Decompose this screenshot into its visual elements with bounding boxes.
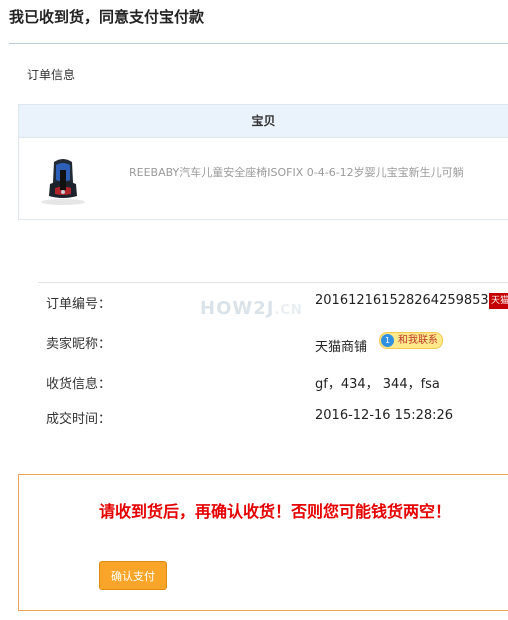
car-seat-thumbnail-icon[interactable] [37, 154, 89, 206]
deal-time-row: 成交时间： 2016-12-16 15:28:26 [46, 408, 508, 428]
contact-seller-label: 和我联系 [398, 335, 438, 346]
order-section-label: 订单信息 [27, 68, 76, 82]
shipping-value: gf，434， 344，fsa [315, 377, 440, 392]
seller-label: 卖家昵称： [46, 337, 112, 352]
item-table: 宝贝 REEBABY汽车儿童安全座椅ISOFIX 0-4-6-12岁婴儿宝宝新生… [18, 104, 508, 220]
shipping-row: 收货信息： gf，434， 344，fsa [46, 373, 508, 393]
seller-row: 卖家昵称： 天猫商铺 1 和我联系 [46, 332, 508, 355]
confirm-notice-box: 请收到货后，再确认收货！否则您可能钱货两空！ 确认支付 [18, 474, 508, 611]
order-number-row: 订单编号： 201612161528264259853 天猫 [46, 293, 508, 313]
order-number-label: 订单编号： [46, 297, 112, 312]
chat-bubble-icon: 1 [381, 334, 394, 347]
order-number-value: 201612161528264259853 [315, 293, 489, 308]
deal-time-value: 2016-12-16 15:28:26 [315, 408, 454, 423]
title-divider [9, 43, 508, 44]
page-title: 我已收到货，同意支付宝付款 [9, 8, 205, 26]
shipping-label: 收货信息： [46, 377, 112, 392]
tmall-logo-icon: 天猫 [489, 293, 508, 309]
info-divider [38, 282, 508, 283]
deal-time-label: 成交时间： [46, 412, 112, 427]
item-name-link[interactable]: REEBABY汽车儿童安全座椅ISOFIX 0-4-6-12岁婴儿宝宝新生儿可躺 [129, 164, 489, 181]
confirm-payment-button[interactable]: 确认支付 [99, 561, 167, 590]
receipt-warning: 请收到货后，再确认收货！否则您可能钱货两空！ [99, 502, 452, 521]
contact-seller-button[interactable]: 1 和我联系 [379, 332, 443, 349]
item-row: REEBABY汽车儿童安全座椅ISOFIX 0-4-6-12岁婴儿宝宝新生儿可躺 [19, 138, 508, 221]
item-column-header: 宝贝 [19, 105, 508, 138]
seller-value: 天猫商铺 [315, 340, 368, 355]
